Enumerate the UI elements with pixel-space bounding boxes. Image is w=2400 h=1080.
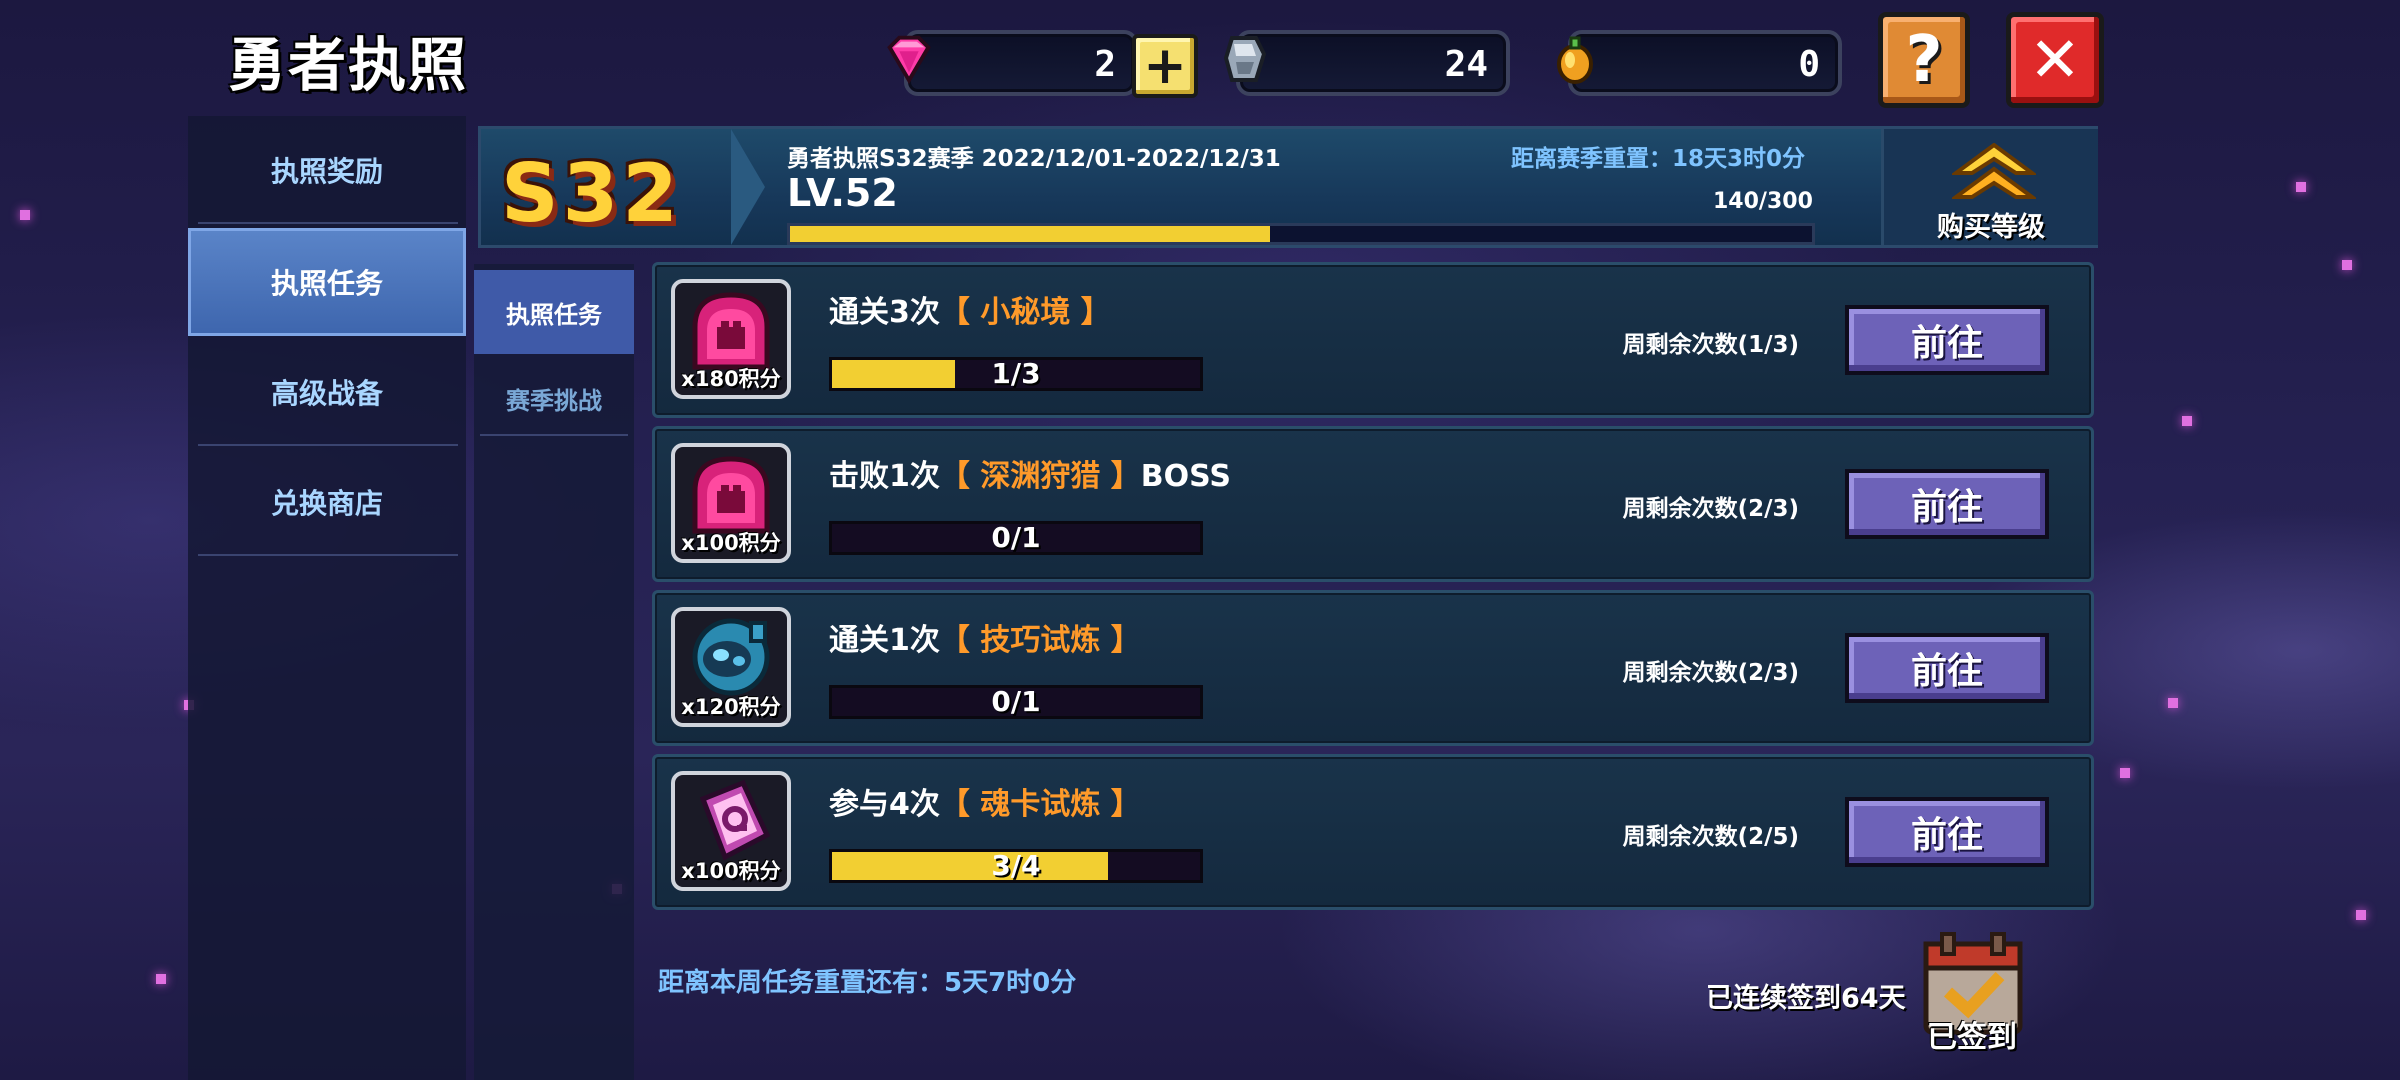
gem-counter: 2 [904, 30, 1138, 96]
task-suffix: BOSS [1140, 459, 1231, 494]
seed-counter: 0 [1568, 30, 1842, 96]
task-weekly-remaining: 周剩余次数(1/3) [1622, 332, 1799, 358]
add-gems-button[interactable]: + [1132, 34, 1198, 98]
task-description: 通关3次【 小秘境 】 [829, 287, 1111, 331]
season-header: S32 勇者执照S32赛季 2022/12/01-2022/12/31 距离赛季… [478, 126, 2098, 248]
buy-level-label: 购买等级 [1937, 212, 2045, 243]
nav-item-license-rewards[interactable]: 执照奖励 [192, 116, 462, 224]
nav-item-label: 高级战备 [270, 377, 383, 410]
task-progress-bar: 0/1 [829, 521, 1203, 555]
divider [480, 434, 628, 436]
task-card: x120积分 通关1次【 技巧试炼 】 0/1 周剩余次数(2/3) 前往 [652, 590, 2094, 746]
task-action: 通关3次 [829, 295, 940, 330]
task-reward-icon: x180积分 [671, 279, 791, 399]
task-card: x100积分 参与4次【 魂卡试炼 】 3/4 周剩余次数(2/5) 前往 [652, 754, 2094, 910]
checkin-streak: 已连续签到64天 [1706, 983, 1906, 1014]
pink-gem-icon [887, 35, 931, 85]
task-card: x100积分 击败1次【 深渊狩猎 】BOSS 0/1 周剩余次数(2/3) 前往 [652, 426, 2094, 582]
task-points: x180积分 [681, 367, 781, 391]
ore-count: 24 [1444, 44, 1488, 85]
task-reward-icon: x100积分 [671, 443, 791, 563]
task-progress-bar: 1/3 [829, 357, 1203, 391]
task-points: x100积分 [681, 859, 781, 883]
task-reward-icon: x100积分 [671, 771, 791, 891]
go-button-label: 前往 [1910, 487, 1983, 528]
background-star [2342, 260, 2352, 270]
task-action: 击败1次 [829, 459, 940, 494]
task-progress-text: 0/1 [991, 685, 1041, 718]
nav-item-license-tasks[interactable]: 执照任务 [188, 228, 466, 336]
weekly-reset-timer: 距离本周任务重置还有：5天7时0分 [658, 968, 1077, 998]
background-star [20, 210, 30, 220]
task-reward-icon: x120积分 [671, 607, 791, 727]
task-action: 参与4次 [829, 787, 940, 822]
go-button[interactable]: 前往 [1845, 469, 2049, 539]
go-button-label: 前往 [1910, 323, 1983, 364]
background-star [2168, 698, 2178, 708]
season-reset-timer: 距离赛季重置：18天3时0分 [1511, 146, 1806, 172]
close-button[interactable]: ✕ [2006, 12, 2104, 108]
task-progress-text: 0/1 [991, 521, 1041, 554]
tab-license-tasks[interactable]: 执照任务 [474, 270, 634, 354]
task-points: x120积分 [681, 695, 781, 719]
task-weekly-remaining: 周剩余次数(2/3) [1622, 660, 1799, 686]
task-description: 通关1次【 技巧试炼 】 [829, 615, 1141, 659]
background-star [2296, 182, 2306, 192]
double-chevron-up-icon [1952, 143, 2036, 199]
task-progress-bar: 3/4 [829, 849, 1203, 883]
seed-count: 0 [1798, 44, 1820, 85]
go-button-label: 前往 [1910, 651, 1983, 692]
task-description: 击败1次【 深渊狩猎 】BOSS [829, 451, 1231, 495]
tab-season-challenge[interactable]: 赛季挑战 [474, 356, 634, 440]
task-mode: 【 魂卡试炼 】 [939, 787, 1141, 822]
season-divider-arrow [731, 129, 765, 245]
task-progress-text: 3/4 [991, 849, 1041, 882]
gold-seed-icon [1557, 36, 1593, 84]
task-mode: 【 深渊狩猎 】 [939, 459, 1141, 494]
task-action: 通关1次 [829, 623, 940, 658]
background-star [2182, 416, 2192, 426]
silver-ore-icon [1223, 36, 1267, 82]
help-button[interactable]: ? [1878, 12, 1970, 108]
task-mode: 【 技巧试炼 】 [939, 623, 1141, 658]
task-progress-text: 1/3 [991, 357, 1041, 390]
nav-item-exchange-shop[interactable]: 兑换商店 [192, 448, 462, 556]
nav-item-label: 兑换商店 [270, 487, 383, 520]
background-star [2356, 910, 2366, 920]
task-description: 参与4次【 魂卡试炼 】 [829, 779, 1141, 823]
season-level: LV.52 [787, 171, 898, 215]
task-weekly-remaining: 周剩余次数(2/5) [1622, 824, 1799, 850]
task-points: x100积分 [681, 531, 781, 555]
task-card: x180积分 通关3次【 小秘境 】 1/3 周剩余次数(1/3) 前往 [652, 262, 2094, 418]
season-progress-fill [790, 226, 1271, 242]
go-button[interactable]: 前往 [1845, 797, 2049, 867]
task-progress-bar: 0/1 [829, 685, 1203, 719]
tab-label: 执照任务 [506, 300, 602, 329]
season-progress-bar [787, 223, 1815, 245]
divider [198, 444, 458, 446]
divider [198, 222, 458, 224]
season-logo: S32 [501, 147, 682, 240]
task-mode: 【 小秘境 】 [939, 295, 1111, 330]
go-button[interactable]: 前往 [1845, 633, 2049, 703]
buy-level-button[interactable]: 购买等级 [1881, 129, 2098, 245]
left-nav: 执照奖励 执照任务 高级战备 兑换商店 [188, 116, 466, 1080]
ore-counter: 24 [1236, 30, 1510, 96]
season-title: 勇者执照S32赛季 2022/12/01-2022/12/31 [787, 146, 1281, 172]
nav-item-label: 执照奖励 [270, 155, 383, 188]
season-exp: 140/300 [1713, 189, 1813, 214]
background-star [2120, 768, 2130, 778]
gem-count: 2 [1094, 44, 1116, 85]
task-weekly-remaining: 周剩余次数(2/3) [1622, 496, 1799, 522]
sub-nav: 执照任务 赛季挑战 [474, 264, 634, 1080]
checkin-status: 已签到 [1927, 1020, 2017, 1055]
divider [198, 554, 458, 556]
tab-label: 赛季挑战 [506, 386, 602, 415]
go-button[interactable]: 前往 [1845, 305, 2049, 375]
background-star [156, 974, 166, 984]
nav-item-advanced-prep[interactable]: 高级战备 [192, 338, 462, 446]
go-button-label: 前往 [1910, 815, 1983, 856]
page-title: 勇者执照 [228, 31, 469, 99]
nav-item-label: 执照任务 [270, 267, 383, 300]
